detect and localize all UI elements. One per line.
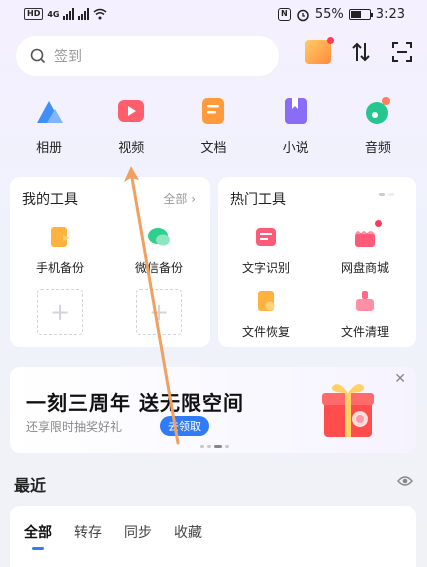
battery-fill [350, 11, 361, 18]
album-icon [37, 101, 64, 123]
hd-badge: HD [24, 8, 44, 20]
network-type: 4G [47, 9, 60, 19]
carousel-dot-active [214, 445, 222, 448]
audio-icon [365, 97, 390, 124]
store-icon [353, 220, 382, 249]
search-input[interactable]: 签到 [16, 36, 279, 76]
wifi-icon [94, 8, 107, 20]
tool-store[interactable]: 网盘商城 [320, 220, 410, 276]
tool-file-recover[interactable]: 文件恢复 [221, 289, 311, 340]
tool-phone-backup[interactable]: 手机备份 [15, 225, 105, 276]
tab-sync[interactable]: 同步 [124, 522, 152, 542]
my-tools-title: 我的工具 [22, 192, 78, 208]
recent-card: 全部 转存 同步 收藏 [10, 506, 416, 567]
pager-dot [379, 193, 385, 196]
hot-tools-card: 热门工具 文字识别 网盘商城 文件恢复 文件清理 [218, 177, 416, 347]
carousel-dot [207, 445, 211, 448]
document-icon [202, 98, 225, 124]
notification-dot [375, 220, 382, 227]
tool-label: 文件清理 [340, 325, 389, 339]
signal-icon [63, 8, 75, 20]
search-placeholder: 签到 [54, 49, 82, 65]
add-tool-button[interactable]: + [37, 289, 83, 335]
tab-all[interactable]: 全部 [24, 522, 52, 550]
promo-banner[interactable]: 一刻三周年 送无限空间 还享限时抽奖好礼 去领取 ✕ [10, 367, 416, 453]
tool-label: 手机备份 [35, 261, 84, 275]
battery-percent: 55% [314, 7, 344, 22]
pager-dot [388, 193, 394, 196]
transfer-icon[interactable] [351, 41, 371, 63]
category-album[interactable]: 相册 [14, 95, 84, 156]
clock: 3:23 [375, 7, 405, 22]
tab-favorites[interactable]: 收藏 [174, 522, 202, 542]
category-novel[interactable]: 小说 [261, 95, 331, 156]
search-icon [30, 48, 46, 64]
carousel-indicator [200, 445, 229, 448]
category-label: 小说 [282, 141, 309, 156]
tool-ocr[interactable]: 文字识别 [221, 225, 311, 276]
notification-dot [327, 37, 334, 44]
banner-title: 一刻三周年 送无限空间 [26, 391, 244, 415]
recent-tabs: 全部 转存 同步 收藏 [24, 522, 202, 550]
plus-icon: + [148, 298, 170, 326]
tab-transfer[interactable]: 转存 [74, 522, 102, 542]
file-clean-icon [356, 291, 374, 311]
add-tool-button-2[interactable]: + [136, 289, 182, 335]
pager-dots [379, 193, 394, 196]
eye-icon[interactable] [397, 475, 413, 487]
chevron-right-icon: › [191, 192, 196, 206]
category-row: 相册 视频 文档 小说 音频 [0, 95, 427, 156]
tool-label: 文字识别 [241, 261, 290, 275]
tool-wechat-backup[interactable]: 微信备份 [114, 225, 204, 276]
category-label: 相册 [36, 141, 63, 156]
my-tools-all-link[interactable]: 全部 › [163, 190, 196, 207]
category-label: 视频 [118, 141, 145, 156]
claim-button[interactable]: 去领取 [160, 416, 209, 436]
category-label: 文档 [200, 141, 227, 156]
banner-subtitle: 还享限时抽奖好礼 [26, 420, 123, 434]
battery-icon [348, 9, 373, 20]
hot-tools-title: 热门工具 [230, 192, 286, 208]
tool-label: 网盘商城 [340, 261, 389, 275]
video-icon [118, 100, 145, 122]
plus-icon: + [49, 298, 71, 326]
phone-backup-icon [51, 227, 70, 247]
carousel-dot [225, 445, 229, 448]
category-document[interactable]: 文档 [178, 95, 248, 156]
close-icon[interactable]: ✕ [394, 371, 406, 387]
novel-icon [284, 98, 307, 124]
status-bar: HD 4G N 55% 3:23 [0, 0, 427, 32]
file-recover-icon [258, 291, 275, 311]
scan-icon[interactable] [391, 41, 413, 63]
recent-title: 最近 [14, 476, 47, 495]
tool-label: 微信备份 [134, 261, 183, 275]
my-tools-card: 我的工具 全部 › 手机备份 微信备份 + + [10, 177, 210, 347]
signal-icon-2 [78, 8, 90, 20]
wechat-backup-icon [148, 228, 170, 246]
gift-box-icon [322, 384, 374, 437]
tool-file-clean[interactable]: 文件清理 [320, 289, 410, 340]
alarm-icon [297, 9, 309, 21]
my-tools-all-label: 全部 [163, 192, 188, 206]
nfc-icon: N [277, 8, 291, 21]
category-label: 音频 [364, 141, 391, 156]
category-audio[interactable]: 音频 [343, 95, 413, 156]
ocr-icon [256, 228, 276, 246]
gift-icon[interactable] [305, 37, 334, 64]
category-video[interactable]: 视频 [96, 95, 166, 156]
carousel-dot [200, 445, 204, 448]
tool-label: 文件恢复 [241, 325, 290, 339]
